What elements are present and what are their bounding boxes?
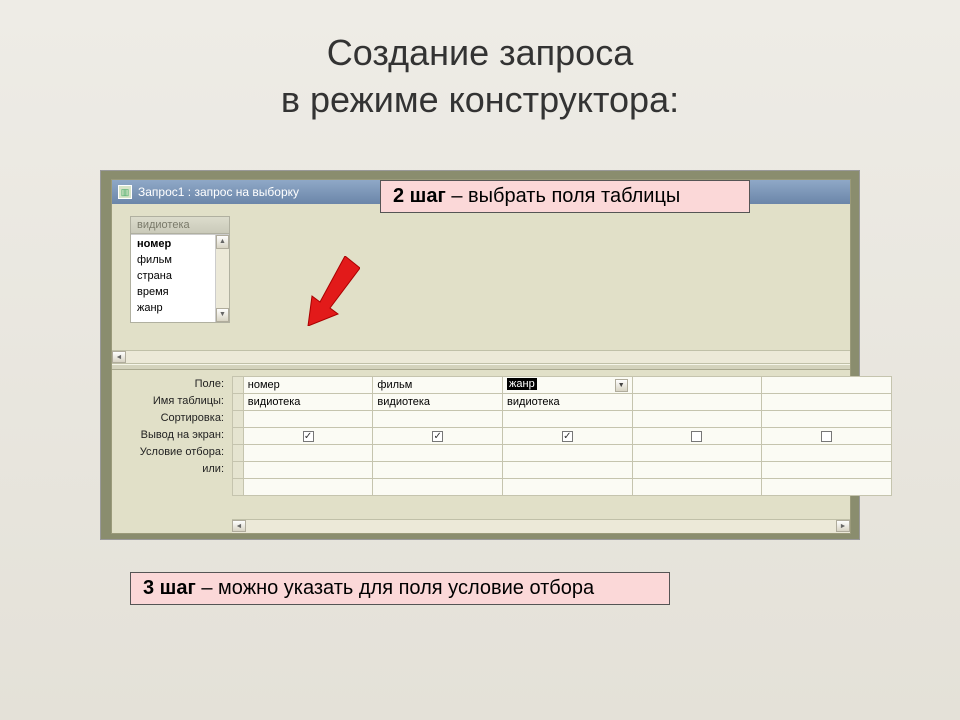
checkbox-unchecked-icon[interactable] (691, 431, 702, 442)
field-item[interactable]: время (133, 284, 227, 300)
grid-cell-sort[interactable] (503, 411, 633, 428)
grid-cell-sort[interactable] (632, 411, 762, 428)
pane-splitter[interactable] (112, 364, 850, 370)
grid-cell-criteria[interactable] (632, 445, 762, 462)
grid-cell-sort[interactable] (762, 411, 892, 428)
callout-step-2: 2 шаг – выбрать поля таблицы (380, 180, 750, 213)
dropdown-icon[interactable]: ▼ (615, 379, 628, 392)
scroll-right-button[interactable]: ► (836, 520, 850, 532)
field-list-scrollbar[interactable]: ▲ ▼ (215, 235, 229, 322)
grid-row-extra (233, 479, 892, 496)
grid-cell-or[interactable] (632, 462, 762, 479)
table-name-header: видиотека (131, 217, 229, 234)
label-sort: Сортировка: (112, 410, 232, 427)
label-or: или: (112, 461, 232, 478)
grid-cell-field[interactable]: жанр▼ (503, 377, 633, 394)
scroll-left-button[interactable]: ◄ (112, 351, 126, 363)
row-selector[interactable] (233, 377, 244, 394)
grid-cell-field[interactable] (762, 377, 892, 394)
window-title: Запрос1 : запрос на выборку (138, 185, 299, 199)
label-table: Имя таблицы: (112, 393, 232, 410)
grid-cell-criteria[interactable] (503, 445, 633, 462)
label-field: Поле: (112, 376, 232, 393)
grid-cell-show[interactable]: ✓ (503, 428, 633, 445)
row-selector[interactable] (233, 445, 244, 462)
grid-cell-show[interactable] (632, 428, 762, 445)
slide-title: Создание запроса в режиме конструктора: (0, 0, 960, 144)
window-body: видиотека номер фильм страна время жанр … (112, 204, 850, 533)
grid-cell-table[interactable]: видиотека (243, 394, 373, 411)
label-criteria: Условие отбора: (112, 444, 232, 461)
callout-step-3: 3 шаг – можно указать для поля условие о… (130, 572, 670, 605)
field-list[interactable]: номер фильм страна время жанр ▲ ▼ (131, 234, 229, 322)
grid-cell-sort[interactable] (373, 411, 503, 428)
row-selector[interactable] (233, 479, 244, 496)
callout-step-3-text: – можно указать для поля условие отбора (196, 577, 594, 599)
title-line-2: в режиме конструктора: (281, 79, 679, 120)
upper-pane-hscrollbar[interactable]: ◄ (112, 350, 850, 364)
table-field-panel[interactable]: видиотека номер фильм страна время жанр … (130, 216, 230, 323)
label-show: Вывод на экран: (112, 427, 232, 444)
grid-cell-show[interactable]: ✓ (243, 428, 373, 445)
grid-cell-field[interactable]: номер (243, 377, 373, 394)
design-grid[interactable]: номер фильм жанр▼ видиотека видиотека ви… (232, 376, 892, 496)
grid-row-show: ✓ ✓ ✓ (233, 428, 892, 445)
grid-row-labels: Поле: Имя таблицы: Сортировка: Вывод на … (112, 376, 232, 478)
grid-row-or (233, 462, 892, 479)
title-line-1: Создание запроса (327, 32, 633, 73)
grid-cell-show[interactable] (762, 428, 892, 445)
scroll-down-button[interactable]: ▼ (216, 308, 229, 322)
grid-cell-or[interactable] (243, 462, 373, 479)
grid-cell-or[interactable] (762, 462, 892, 479)
grid-cell-field[interactable] (632, 377, 762, 394)
query-icon: ▥ (118, 185, 132, 199)
grid-cell-or[interactable] (503, 462, 633, 479)
row-selector[interactable] (233, 394, 244, 411)
grid-row-sort (233, 411, 892, 428)
grid-cell-or[interactable] (373, 462, 503, 479)
grid-cell-criteria[interactable] (762, 445, 892, 462)
grid-cell-field[interactable]: фильм (373, 377, 503, 394)
grid-cell-criteria[interactable] (243, 445, 373, 462)
scroll-up-button[interactable]: ▲ (216, 235, 229, 249)
scroll-left-button[interactable]: ◄ (232, 520, 246, 532)
callout-step-2-text: – выбрать поля таблицы (446, 185, 681, 207)
row-selector[interactable] (233, 462, 244, 479)
row-selector[interactable] (233, 411, 244, 428)
access-screenshot: ▥ Запрос1 : запрос на выборку видиотека … (100, 170, 860, 540)
grid-row-table: видиотека видиотека видиотека (233, 394, 892, 411)
callout-step-2-bold: 2 шаг (393, 185, 446, 207)
checkbox-unchecked-icon[interactable] (821, 431, 832, 442)
grid-cell-table[interactable]: видиотека (373, 394, 503, 411)
field-item[interactable]: страна (133, 268, 227, 284)
grid-row-field: номер фильм жанр▼ (233, 377, 892, 394)
callout-step-3-bold: 3 шаг (143, 577, 196, 599)
grid-cell-show[interactable]: ✓ (373, 428, 503, 445)
field-item[interactable]: жанр (133, 300, 227, 316)
row-selector[interactable] (233, 428, 244, 445)
grid-cell-table[interactable]: видиотека (503, 394, 633, 411)
grid-row-criteria (233, 445, 892, 462)
red-arrow-icon (300, 256, 360, 326)
field-item[interactable]: фильм (133, 252, 227, 268)
grid-cell-sort[interactable] (243, 411, 373, 428)
checkbox-checked-icon[interactable]: ✓ (303, 431, 314, 442)
grid-cell-table[interactable] (762, 394, 892, 411)
grid-hscrollbar[interactable]: ◄ ► (232, 519, 850, 533)
field-item[interactable]: номер (133, 236, 227, 252)
checkbox-checked-icon[interactable]: ✓ (432, 431, 443, 442)
grid-cell-table[interactable] (632, 394, 762, 411)
grid-cell-criteria[interactable] (373, 445, 503, 462)
design-grid-area: Поле: Имя таблицы: Сортировка: Вывод на … (112, 372, 850, 533)
query-designer-window: ▥ Запрос1 : запрос на выборку видиотека … (111, 179, 851, 534)
checkbox-checked-icon[interactable]: ✓ (562, 431, 573, 442)
